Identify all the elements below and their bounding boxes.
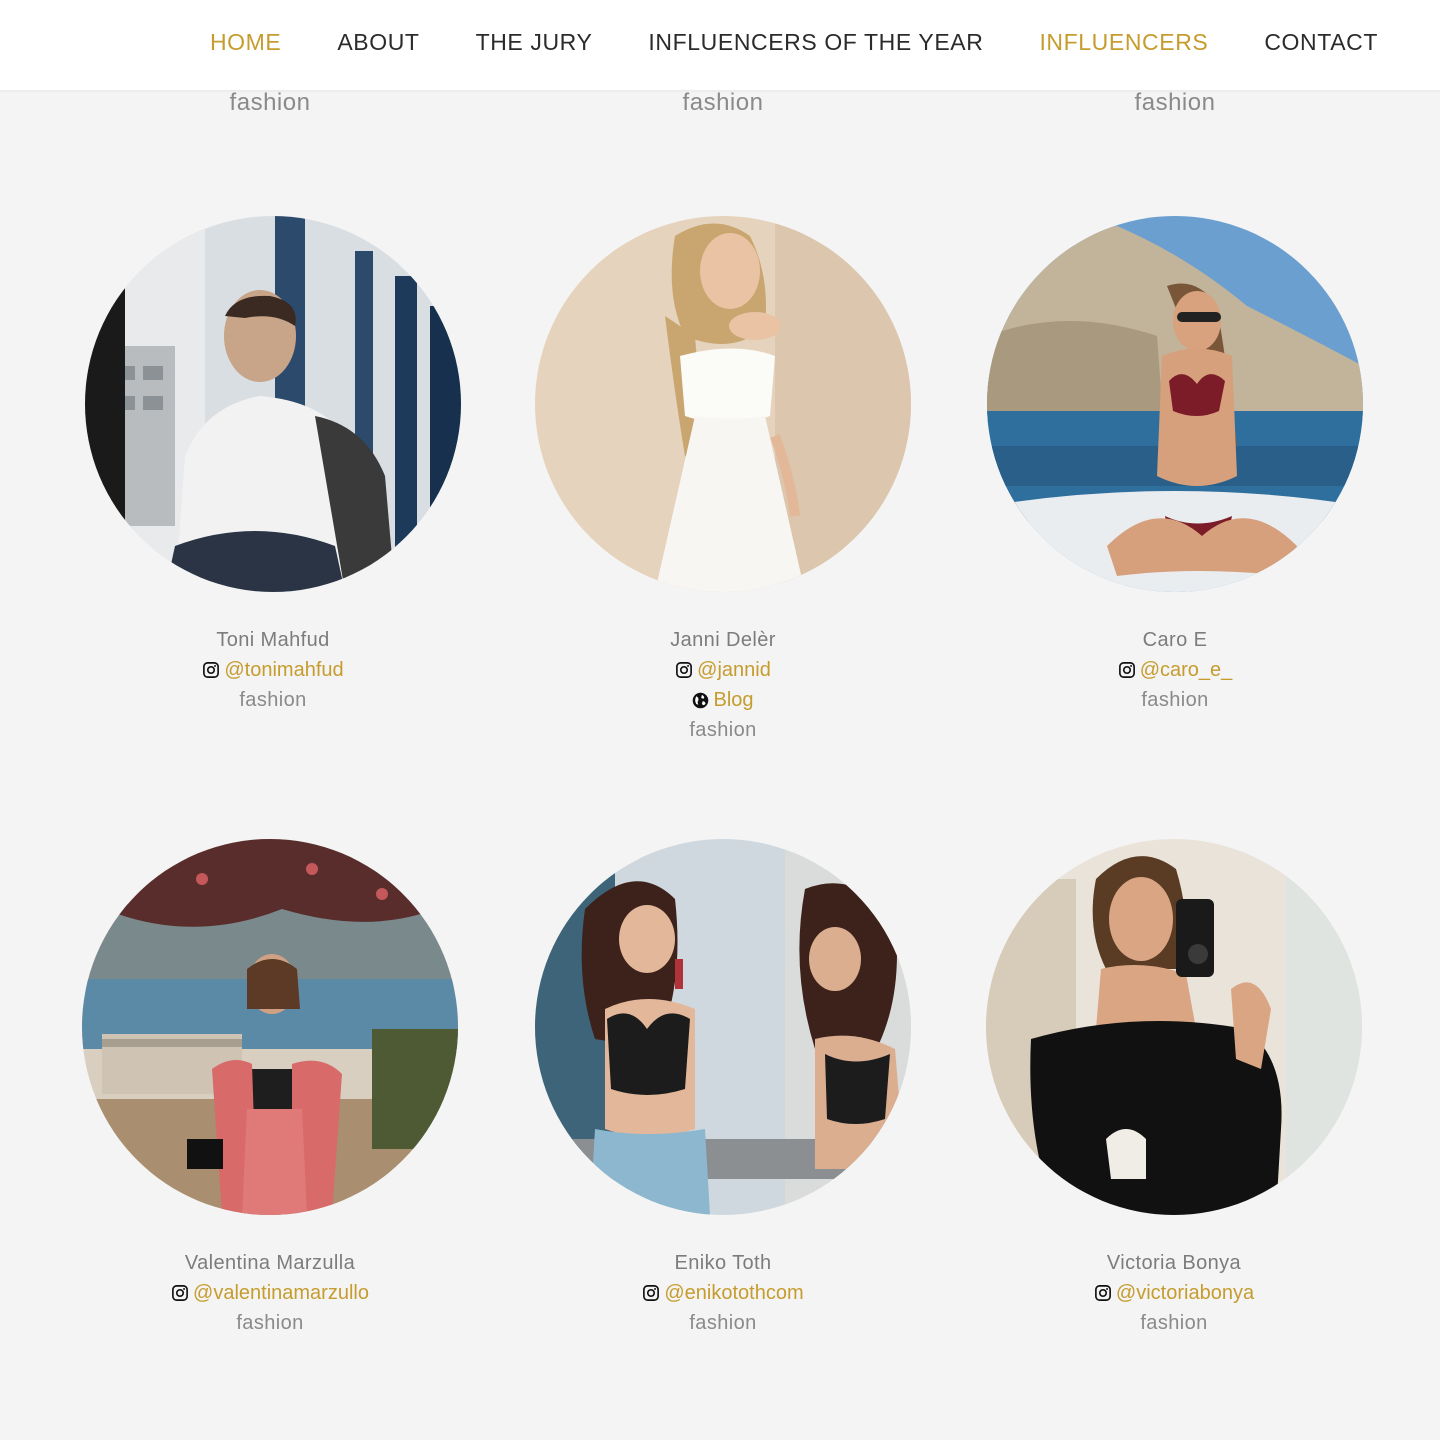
influencer-card: Valentina Marzulla @valentinamarzullo fa…	[44, 839, 496, 1338]
blog-link-row: Blog	[497, 685, 949, 715]
instagram-icon	[172, 1285, 188, 1301]
globe-icon	[693, 692, 709, 708]
profile-photo-image	[986, 839, 1362, 1215]
category-label: fashion	[1134, 89, 1216, 116]
instagram-link-row: @tonimahfud	[47, 655, 499, 685]
influencer-name: Eniko Toth	[674, 1252, 772, 1274]
instagram-icon	[1118, 662, 1135, 678]
influencer-photo[interactable]	[987, 216, 1363, 592]
profile-photo-image	[987, 216, 1363, 592]
instagram-link-row: @victoriabonya	[948, 1278, 1400, 1308]
influencer-name: Valentina Marzulla	[184, 1252, 356, 1274]
profile-photo-image	[535, 839, 911, 1215]
influencer-name: Toni Mahfud	[216, 629, 330, 651]
category-label: fashion	[682, 89, 764, 116]
influencer-photo[interactable]	[85, 216, 461, 592]
blog-link[interactable]: Blog	[713, 685, 753, 715]
profile-photo-image	[535, 216, 911, 592]
influencer-photo[interactable]	[82, 839, 458, 1215]
nav-contact-link[interactable]: CONTACT	[1264, 28, 1378, 56]
instagram-icon	[643, 1285, 660, 1301]
influencer-card: Caro E @caro_e_ fashion	[949, 216, 1401, 715]
instagram-handle-link[interactable]: @jannid	[697, 655, 771, 685]
instagram-handle-link[interactable]: @victoriabonya	[1116, 1278, 1254, 1308]
influencer-photo[interactable]	[986, 839, 1362, 1215]
category-label: fashion	[1140, 1312, 1208, 1334]
influencer-name: Janni Delèr	[670, 629, 776, 651]
profile-photo-image	[85, 216, 461, 592]
instagram-handle-link[interactable]: @valentinamarzullo	[193, 1278, 369, 1308]
profile-photo-image	[82, 839, 458, 1215]
instagram-link-row: @jannid	[497, 655, 949, 685]
nav-home-link[interactable]: HOME	[210, 28, 281, 56]
nav-menu: HOME ABOUT THE JURY INFLUENCERS OF THE Y…	[210, 28, 1378, 56]
category-label: fashion	[1141, 689, 1209, 711]
instagram-icon	[1094, 1285, 1111, 1301]
instagram-link-row: @enikotothcom	[497, 1278, 949, 1308]
influencer-card: Eniko Toth @enikotothcom fashion	[497, 839, 949, 1338]
influencer-name: Caro E	[1142, 629, 1208, 651]
influencer-photo[interactable]	[535, 839, 911, 1215]
instagram-icon	[676, 662, 693, 678]
nav-jury-link[interactable]: THE JURY	[476, 28, 593, 56]
instagram-link-row: @caro_e_	[949, 655, 1401, 685]
influencer-card: Janni Delèr @jannid Blog fashion	[497, 216, 949, 745]
nav-influencers-of-the-year-link[interactable]: INFLUENCERS OF THE YEAR	[648, 28, 983, 56]
influencer-name: Victoria Bonya	[1106, 1252, 1242, 1274]
category-label: fashion	[689, 1312, 757, 1334]
instagram-handle-link[interactable]: @tonimahfud	[224, 655, 343, 685]
instagram-handle-link[interactable]: @enikotothcom	[664, 1278, 803, 1308]
category-label: fashion	[236, 1312, 304, 1334]
influencer-card: Toni Mahfud @tonimahfud fashion	[47, 216, 499, 715]
top-navigation: HOME ABOUT THE JURY INFLUENCERS OF THE Y…	[0, 0, 1440, 90]
instagram-link-row: @valentinamarzullo	[44, 1278, 496, 1308]
instagram-icon	[203, 662, 220, 678]
instagram-handle-link[interactable]: @caro_e_	[1140, 655, 1233, 685]
influencer-photo[interactable]	[535, 216, 911, 592]
category-label: fashion	[239, 689, 307, 711]
nav-about-link[interactable]: ABOUT	[337, 28, 419, 56]
category-label: fashion	[229, 89, 311, 116]
nav-influencers-link[interactable]: INFLUENCERS	[1039, 28, 1208, 56]
category-label: fashion	[689, 719, 757, 741]
influencer-card: Victoria Bonya @victoriabonya fashion	[948, 839, 1400, 1338]
